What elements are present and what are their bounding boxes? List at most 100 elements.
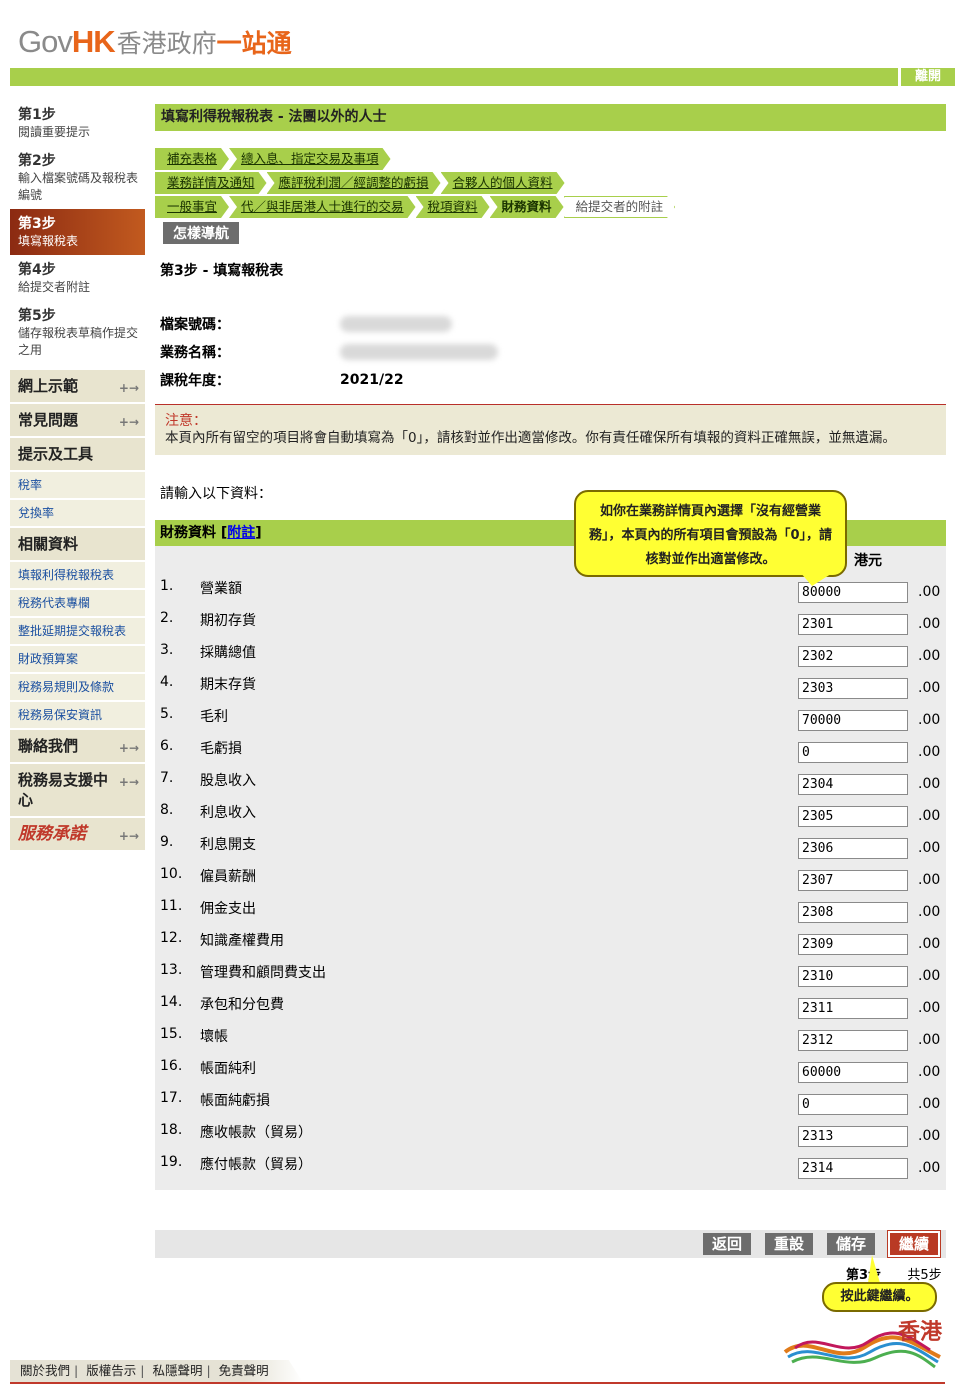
crumb-link-general[interactable]: 一般事宜 [167, 199, 217, 214]
decimal-suffix: .00 [918, 1000, 941, 1016]
business-name-label: 業務名稱： [160, 345, 230, 361]
govhk-logo[interactable]: Gov HK 香港政府 一站通 [18, 22, 292, 62]
decimal-suffix: .00 [918, 1032, 941, 1048]
form-row: 6. 毛虧損 .00 [155, 738, 946, 770]
notes-link[interactable]: 附註 [227, 525, 255, 541]
amount-input[interactable] [798, 678, 908, 699]
footer-link-copyright[interactable]: 版權告示 [86, 1363, 136, 1378]
crumb-link-non-resident[interactable]: 代／與非居港人士進行的交易 [241, 199, 404, 214]
crumb-link-income[interactable]: 總入息、指定交易及事項 [241, 151, 379, 166]
nav-link-tax-rate[interactable]: 稅率 [10, 472, 145, 500]
decimal-suffix: .00 [918, 712, 941, 728]
row-label: 股息收入 [200, 773, 256, 789]
amount-input[interactable] [798, 1062, 908, 1083]
row-number: 10. [160, 866, 183, 882]
amount-input[interactable] [798, 1094, 908, 1115]
amount-input[interactable] [798, 710, 908, 731]
nav-service-pledge[interactable]: 服務承諾 +→ [10, 818, 145, 852]
decimal-suffix: .00 [918, 1160, 941, 1176]
amount-input[interactable] [798, 934, 908, 955]
crumb-link-assessable-profits[interactable]: 應評稅利潤／經調整的虧損 [279, 175, 429, 190]
nav-contact-label: 聯絡我們 [18, 737, 79, 755]
nav-tips-label: 提示及工具 [18, 445, 94, 463]
logout-button[interactable]: 離開 [897, 68, 955, 86]
amount-input[interactable] [798, 1126, 908, 1147]
nav-online-demo[interactable]: 網上示範 +→ [10, 370, 145, 404]
decimal-suffix: .00 [918, 584, 941, 600]
amount-input[interactable] [798, 870, 908, 891]
business-name-redacted [340, 344, 498, 360]
crumb-link-business-details[interactable]: 業務詳情及通知 [167, 175, 255, 190]
crumb-chip[interactable]: 業務詳情及通知 [155, 172, 267, 194]
expand-icon: +→ [118, 415, 139, 429]
year-label: 課稅年度： [160, 373, 230, 389]
row-number: 13. [160, 962, 183, 978]
footer: 關於我們 | 版權告示 | 私隱聲明 | 免責聲明 [10, 1360, 945, 1384]
crumb-link-tax-info[interactable]: 稅項資料 [428, 199, 478, 214]
row-number: 11. [160, 898, 183, 914]
amount-input[interactable] [798, 742, 908, 763]
footer-link-about[interactable]: 關於我們 [20, 1363, 70, 1378]
nav-link-related[interactable]: 稅務易保安資訊 [10, 702, 145, 730]
form-row: 19. 應付帳款（貿易） .00 [155, 1154, 946, 1186]
nav-faq[interactable]: 常見問題 +→ [10, 404, 145, 438]
step-2: 第2步 輸入檔案號碼及報稅表編號 [10, 146, 145, 209]
row-label: 知識產權費用 [200, 933, 284, 949]
nav-link-related[interactable]: 填報利得稅報稅表 [10, 562, 145, 590]
nav-link-exchange-rate[interactable]: 兌換率 [10, 500, 145, 528]
amount-input[interactable] [798, 774, 908, 795]
continue-button[interactable]: 繼續 [887, 1231, 941, 1257]
crumb-chip[interactable]: 總入息、指定交易及事項 [229, 148, 391, 170]
how-to-navigate-button[interactable]: 怎樣導航 [163, 222, 239, 244]
crumb-chip[interactable]: 稅項資料 [416, 196, 490, 218]
step-desc: 儲存報稅表草稿作提交之用 [18, 326, 139, 357]
amount-input[interactable] [798, 1030, 908, 1051]
form-row: 7. 股息收入 .00 [155, 770, 946, 802]
decimal-suffix: .00 [918, 1096, 941, 1112]
row-number: 4. [160, 674, 174, 690]
file-number-redacted [340, 316, 452, 332]
file-number-row: 檔案號碼： [160, 310, 946, 338]
form-row: 13. 管理費和顧問費支出 .00 [155, 962, 946, 994]
nav-support-centre[interactable]: 稅務易支援中心 +→ [10, 764, 145, 818]
amount-input[interactable] [798, 806, 908, 827]
step-1: 第1步 閱讀重要提示 [10, 100, 145, 146]
crumb-chip[interactable]: 補充表格 [155, 148, 229, 170]
decimal-suffix: .00 [918, 808, 941, 824]
crumb-chip[interactable]: 應評稅利潤／經調整的虧損 [267, 172, 441, 194]
amount-input[interactable] [798, 998, 908, 1019]
amount-input[interactable] [798, 646, 908, 667]
footer-link-privacy[interactable]: 私隱聲明 [152, 1363, 202, 1378]
amount-input[interactable] [798, 614, 908, 635]
amount-input[interactable] [798, 966, 908, 987]
save-button[interactable]: 儲存 [827, 1233, 876, 1255]
nav-link-related[interactable]: 整批延期提交報稅表 [10, 618, 145, 646]
logo-hk: HK [71, 24, 116, 59]
nav-faq-label: 常見問題 [18, 411, 79, 429]
nav-contact[interactable]: 聯絡我們 +→ [10, 730, 145, 764]
nav-link-related[interactable]: 稅務易規則及條款 [10, 674, 145, 702]
step-desc: 給提交者附註 [18, 280, 91, 294]
continue-hint-callout: 按此鍵繼續。 [822, 1282, 937, 1312]
amount-input[interactable] [798, 902, 908, 923]
form-row: 14. 承包和分包費 .00 [155, 994, 946, 1026]
crumb-chip[interactable]: 代／與非居港人士進行的交易 [229, 196, 416, 218]
back-button[interactable]: 返回 [703, 1233, 752, 1255]
nav-link-related[interactable]: 財政預算案 [10, 646, 145, 674]
row-label: 期初存貨 [200, 613, 256, 629]
crumb-chip[interactable]: 合夥人的個人資料 [441, 172, 565, 194]
amount-input[interactable] [798, 838, 908, 859]
crumb-link-supplementary[interactable]: 補充表格 [167, 151, 217, 166]
footer-link-disclaimer[interactable]: 免責聲明 [219, 1363, 269, 1378]
amount-input[interactable] [798, 1158, 908, 1179]
form-row: 17. 帳面純虧損 .00 [155, 1090, 946, 1122]
reset-button[interactable]: 重設 [765, 1233, 814, 1255]
year-value: 2021/22 [340, 372, 404, 388]
crumb-chip[interactable]: 一般事宜 [155, 196, 229, 218]
row-number: 7. [160, 770, 174, 786]
info-callout: 如你在業務詳情頁內選擇「沒有經營業務」，本頁內的所有項目會預設為「0」，請核對並… [574, 490, 847, 577]
form-row: 15. 壞帳 .00 [155, 1026, 946, 1058]
crumb-link-partners[interactable]: 合夥人的個人資料 [453, 175, 553, 190]
nav-link-related[interactable]: 稅務代表專欄 [10, 590, 145, 618]
service-pledge-logo: 服務承諾 [18, 824, 86, 844]
